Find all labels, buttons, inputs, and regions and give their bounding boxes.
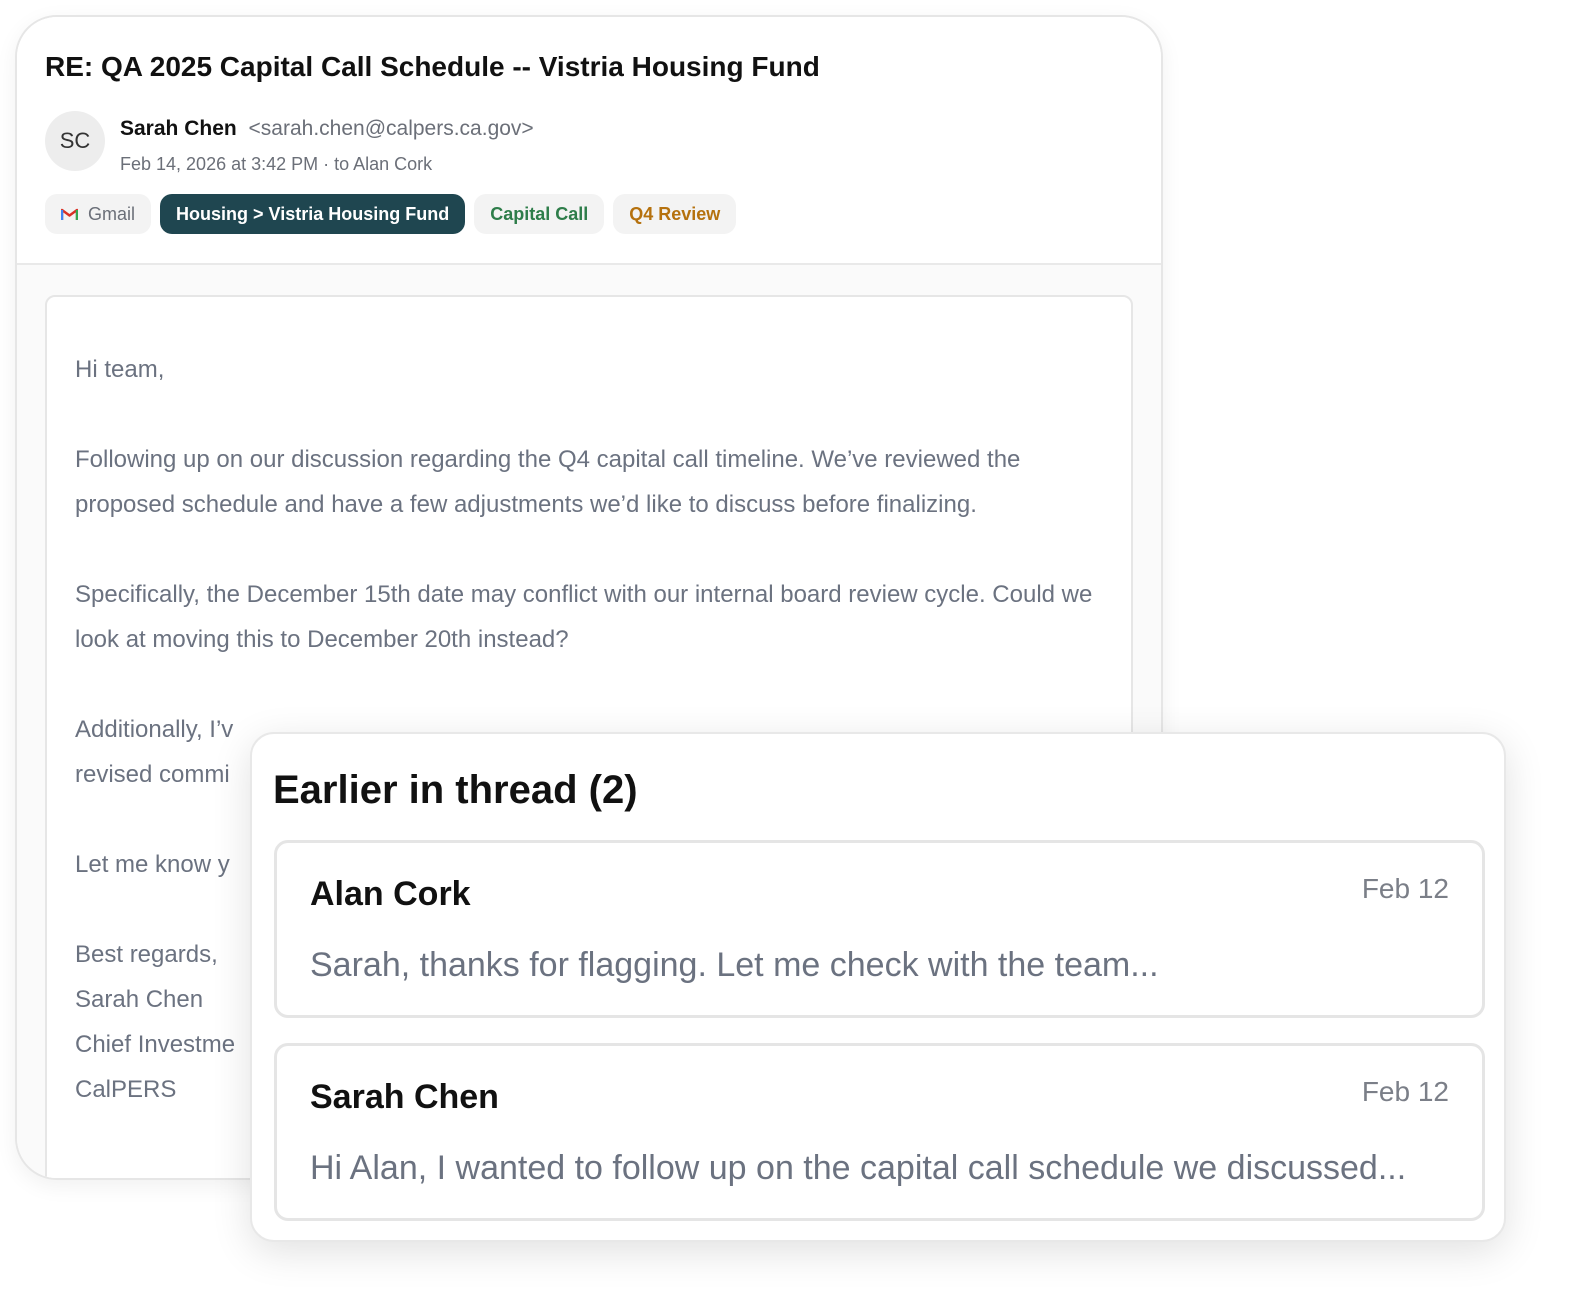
thread-date: Feb 12 (1361, 873, 1449, 904)
thread-date: Feb 12 (1361, 1076, 1449, 1107)
body-paragraph: Specifically, the December 15th date may… (75, 581, 1093, 653)
sender-email[interactable]: <sarah.chen@calpers.ca.gov> (249, 117, 534, 140)
label-chip-housing[interactable]: Housing > Vistria Housing Fund (160, 194, 466, 234)
body-paragraph: Following up on our discussion regarding… (75, 446, 1021, 518)
thread-message[interactable]: Alan Cork Feb 12 Sarah, thanks for flagg… (274, 840, 1485, 1018)
thread-preview: Sarah, thanks for flagging. Let me check… (310, 946, 1159, 984)
label-chip-capital-call[interactable]: Capital Call (474, 194, 605, 234)
label-chip-q4-review[interactable]: Q4 Review (613, 194, 737, 234)
email-header: RE: QA 2025 Capital Call Schedule -- Vis… (17, 17, 1161, 265)
gmail-icon (61, 208, 78, 221)
earlier-thread-panel: Earlier in thread (2) Alan Cork Feb 12 S… (250, 732, 1506, 1242)
label-chip-gmail[interactable]: Gmail (45, 194, 152, 234)
thread-sender: Alan Cork (310, 875, 471, 913)
thread-sender: Sarah Chen (310, 1078, 499, 1116)
avatar[interactable]: SC (45, 111, 105, 171)
email-meta: Feb 14, 2026 at 3:42 PM · to Alan Cork (120, 154, 433, 174)
body-greeting: Hi team, (75, 356, 165, 383)
thread-message[interactable]: Sarah Chen Feb 12 Hi Alan, I wanted to f… (274, 1043, 1485, 1221)
label-chip-text: Gmail (88, 203, 136, 224)
email-subject: RE: QA 2025 Capital Call Schedule -- Vis… (45, 51, 820, 82)
thread-title: Earlier in thread (2) (273, 768, 638, 812)
sender-name[interactable]: Sarah Chen (120, 117, 237, 140)
sender-line: Sarah Chen <sarah.chen@calpers.ca.gov> (120, 117, 534, 141)
thread-preview: Hi Alan, I wanted to follow up on the ca… (310, 1149, 1407, 1187)
label-chips: Gmail Housing > Vistria Housing Fund Cap… (45, 194, 737, 234)
